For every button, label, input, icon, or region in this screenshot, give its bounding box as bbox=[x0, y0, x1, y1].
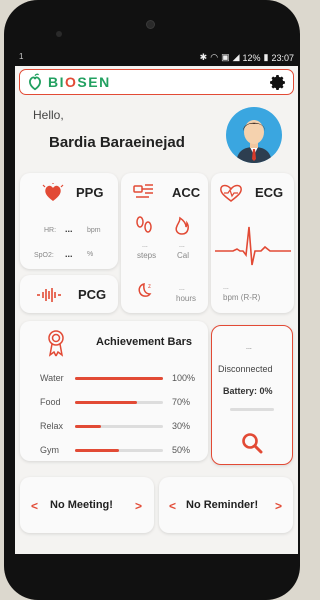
hr-label: HR: bbox=[44, 227, 57, 234]
front-sensor bbox=[146, 20, 155, 29]
achievement-bar-fill bbox=[75, 401, 137, 404]
achievement-bar-fill bbox=[75, 425, 102, 428]
achievement-row-relax: Relax 30% bbox=[20, 421, 208, 433]
pcg-card[interactable]: PCG bbox=[20, 275, 118, 313]
ppg-card[interactable]: PPG HR: ... bpm SpO2: ... % bbox=[20, 173, 118, 269]
spo2-unit: % bbox=[87, 251, 94, 258]
cal-unit: Cal bbox=[177, 251, 190, 260]
reminder-label: No Reminder! bbox=[186, 499, 259, 511]
wifi-icon: ◠ bbox=[210, 52, 219, 62]
achievement-row-water: Water 100% bbox=[20, 373, 208, 385]
app-header: BIOSEN bbox=[19, 69, 294, 95]
sound-wave-icon bbox=[37, 288, 61, 302]
hr-value: ... bbox=[65, 224, 73, 234]
achievement-percent: 70% bbox=[172, 397, 191, 407]
connection-status: Disconnected bbox=[218, 364, 273, 374]
footsteps-icon bbox=[136, 216, 152, 233]
app-logo-text: BIOSEN bbox=[48, 74, 111, 90]
meeting-label: No Meeting! bbox=[50, 499, 113, 511]
logo-text-prefix: BI bbox=[48, 74, 65, 90]
device-dots: ... bbox=[246, 344, 252, 351]
logo-text-o: O bbox=[65, 74, 78, 90]
clock: 23:07 bbox=[271, 52, 294, 63]
sleep-unit: hours bbox=[176, 294, 197, 303]
achievement-label: Relax bbox=[40, 421, 64, 431]
calories-flame-icon bbox=[175, 216, 189, 235]
achievement-bar-track bbox=[75, 425, 163, 428]
notification-icon: ▣ bbox=[221, 52, 230, 62]
user-name: Bardia Baraeinejad bbox=[49, 134, 185, 151]
settings-gear-icon[interactable] bbox=[268, 73, 287, 92]
user-avatar[interactable] bbox=[226, 107, 282, 163]
front-camera bbox=[56, 31, 62, 37]
status-left-number: 1 bbox=[19, 52, 24, 61]
achievement-percent: 100% bbox=[172, 373, 196, 383]
achievement-label: Gym bbox=[40, 445, 59, 455]
ecg-value: ... bbox=[223, 284, 229, 291]
svg-text:z: z bbox=[148, 284, 151, 290]
ecg-card[interactable]: ECG ... bpm (R-R) bbox=[211, 173, 294, 313]
avatar-person-icon bbox=[236, 120, 272, 163]
battery-icon: ▮ bbox=[263, 52, 269, 62]
reminder-next-button[interactable]: > bbox=[275, 499, 282, 513]
achievement-percent: 50% bbox=[172, 445, 191, 455]
heart-outline-icon bbox=[220, 184, 242, 202]
achievement-bar-fill bbox=[75, 449, 119, 452]
ecg-waveform bbox=[215, 226, 291, 266]
bluetooth-icon: ✱ bbox=[199, 52, 208, 62]
ecg-title: ECG bbox=[255, 185, 284, 200]
heart-pulse-icon bbox=[42, 183, 64, 201]
search-icon[interactable] bbox=[241, 432, 263, 454]
achievement-bar-track bbox=[75, 449, 163, 452]
pedometer-icon bbox=[133, 184, 153, 198]
acc-card[interactable]: ACC ... steps ... Cal z ... hours bbox=[121, 173, 208, 313]
ecg-unit: bpm (R-R) bbox=[223, 293, 261, 302]
acc-title: ACC bbox=[172, 185, 201, 200]
spo2-value: ... bbox=[65, 249, 73, 259]
signal-icon: ◢ bbox=[232, 52, 240, 62]
app-screen: 1 ✱ ◠ ▣ ◢ 12% ▮ 23:07 BIOSEN Hello, Bard… bbox=[15, 49, 298, 554]
greeting-hello: Hello, bbox=[33, 108, 64, 122]
achievement-row-food: Food 70% bbox=[20, 397, 208, 409]
achievement-card: Achievement Bars Water 100% Food 70% Relax 30… bbox=[20, 321, 208, 461]
device-battery: Battery: 0% bbox=[223, 386, 273, 396]
meeting-next-button[interactable]: > bbox=[135, 499, 142, 513]
reminder-prev-button[interactable]: < bbox=[169, 499, 176, 513]
cal-value: ... bbox=[179, 242, 185, 249]
achievement-bars: Water 100% Food 70% Relax 30% Gym 50% bbox=[20, 373, 208, 463]
achievement-label: Water bbox=[40, 373, 64, 383]
status-bar: 1 ✱ ◠ ▣ ◢ 12% ▮ 23:07 bbox=[15, 49, 298, 66]
sleep-value: ... bbox=[179, 285, 185, 292]
achievement-title: Achievement Bars bbox=[96, 336, 192, 348]
pcg-title: PCG bbox=[78, 287, 107, 302]
battery-bar-track bbox=[230, 408, 274, 411]
achievement-percent: 30% bbox=[172, 421, 191, 431]
hr-unit: bpm bbox=[87, 227, 101, 234]
achievement-label: Food bbox=[40, 397, 61, 407]
battery-percent: 12% bbox=[242, 52, 261, 63]
achievement-bar-fill bbox=[75, 377, 163, 380]
sleep-moon-icon: z bbox=[138, 283, 152, 297]
logo-icon bbox=[29, 73, 41, 91]
logo-text-suffix: SEN bbox=[77, 74, 111, 90]
reminder-card: < No Reminder! > bbox=[159, 477, 293, 533]
meeting-card: < No Meeting! > bbox=[20, 477, 154, 533]
steps-value: ... bbox=[142, 242, 148, 249]
achievement-bar-track bbox=[75, 377, 163, 380]
phone-frame: 1 ✱ ◠ ▣ ◢ 12% ▮ 23:07 BIOSEN Hello, Bard… bbox=[4, 0, 300, 600]
award-ribbon-icon bbox=[48, 330, 64, 357]
achievement-row-gym: Gym 50% bbox=[20, 445, 208, 457]
device-card[interactable]: ... Disconnected Battery: 0% bbox=[211, 325, 293, 465]
steps-unit: steps bbox=[137, 251, 157, 260]
meeting-prev-button[interactable]: < bbox=[31, 499, 38, 513]
ppg-title: PPG bbox=[76, 185, 104, 200]
achievement-bar-track bbox=[75, 401, 163, 404]
spo2-label: SpO2: bbox=[34, 252, 54, 259]
